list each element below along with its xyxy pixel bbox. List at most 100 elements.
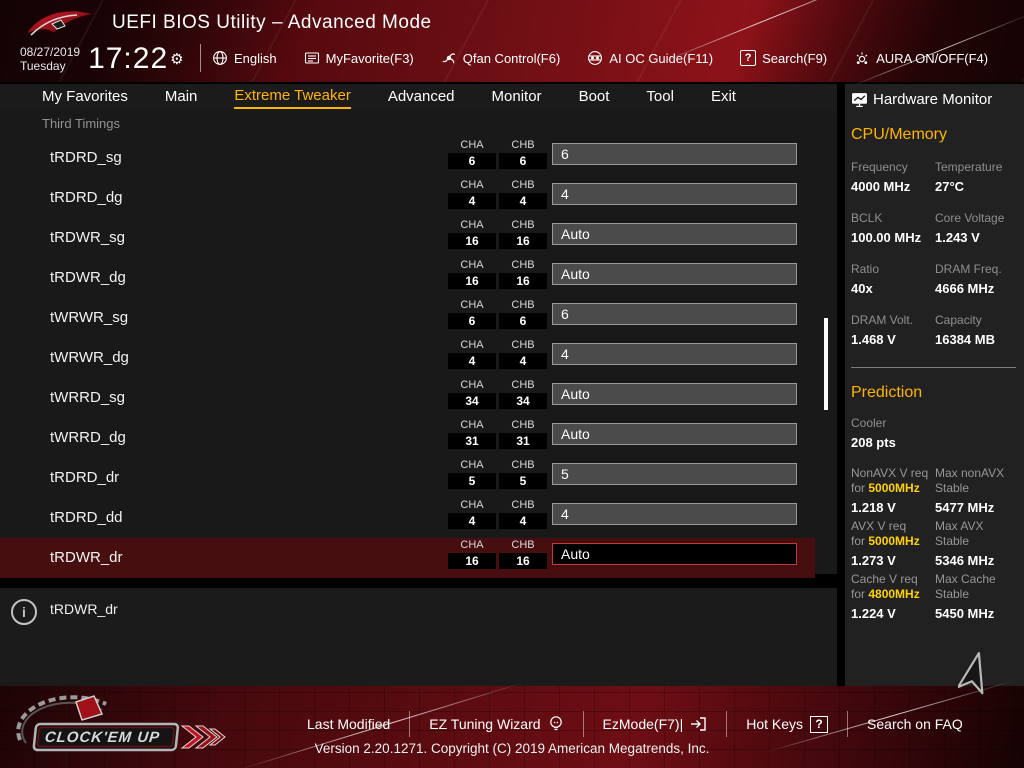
header-menu: English MyFavorite(F3) Qfan Control(F6) … xyxy=(212,44,988,72)
search-on-faq-button[interactable]: Search on FAQ xyxy=(862,716,968,732)
favorite-list-icon xyxy=(304,50,320,66)
tab-boot[interactable]: Boot xyxy=(579,86,610,108)
question-box-icon: ? xyxy=(740,50,756,66)
hardware-monitor-title: Hardware Monitor xyxy=(873,91,992,108)
time-label: 17:22 xyxy=(88,42,168,76)
footer-separator xyxy=(583,711,584,737)
chb-cell: CHB 31 xyxy=(499,419,547,449)
timing-row-trdrd-dg[interactable]: tRDRD_dg CHA 4 CHB 4 xyxy=(0,178,837,218)
aura-label: AURA ON/OFF(F4) xyxy=(876,51,988,66)
hardware-monitor-header: Hardware Monitor xyxy=(851,88,1018,110)
chb-value: 16 xyxy=(499,553,547,569)
chb-label: CHB xyxy=(499,219,547,232)
globe-icon xyxy=(212,50,228,66)
search-button[interactable]: ? Search(F9) xyxy=(740,50,827,66)
tab-advanced[interactable]: Advanced xyxy=(388,86,455,108)
timing-value-input[interactable] xyxy=(552,423,797,445)
cha-label: CHA xyxy=(448,299,496,312)
timing-row-twrrd-sg[interactable]: tWRRD_sg CHA 34 CHB 34 xyxy=(0,378,837,418)
prediction-title: Prediction xyxy=(851,384,1018,402)
cha-value: 5 xyxy=(448,473,496,489)
ezmode-button[interactable]: EzMode(F7)| xyxy=(598,716,713,732)
hardware-monitor-panel: Hardware Monitor CPU/Memory Frequency 40… xyxy=(845,84,1024,686)
cha-value: 4 xyxy=(448,353,496,369)
stat-max-avx: Max AVX Stable 5346 MHz xyxy=(935,519,1018,568)
language-button[interactable]: English xyxy=(212,50,277,66)
cha-label: CHA xyxy=(448,219,496,232)
header-divider xyxy=(200,44,201,72)
timing-row-trdrd-sg[interactable]: tRDRD_sg CHA 6 CHB 6 xyxy=(0,138,837,178)
cha-label: CHA xyxy=(448,419,496,432)
description-panel: i tRDWR_dr xyxy=(0,588,837,686)
cha-cell: CHA 6 xyxy=(448,139,496,169)
cha-value: 16 xyxy=(448,273,496,289)
time-settings-gear-icon[interactable]: ⚙ xyxy=(170,50,183,68)
chb-value: 34 xyxy=(499,393,547,409)
chb-label: CHB xyxy=(499,179,547,192)
timing-value-input[interactable] xyxy=(552,263,797,285)
tab-extreme-tweaker[interactable]: Extreme Tweaker xyxy=(234,85,350,109)
last-modified-button[interactable]: Last Modified xyxy=(302,716,395,732)
aura-toggle-button[interactable]: AURA ON/OFF(F4) xyxy=(854,50,988,66)
timing-row-trdwr-sg[interactable]: tRDWR_sg CHA 16 CHB 16 xyxy=(0,218,837,258)
cha-cell: CHA 4 xyxy=(448,499,496,529)
cha-label: CHA xyxy=(448,499,496,512)
ai-oc-guide-button[interactable]: AI OC Guide(F11) xyxy=(587,50,713,66)
ai-oc-guide-label: AI OC Guide(F11) xyxy=(609,51,713,66)
hot-keys-button[interactable]: Hot Keys ? xyxy=(741,716,833,733)
chb-label: CHB xyxy=(499,299,547,312)
qfan-control-button[interactable]: Qfan Control(F6) xyxy=(441,50,561,66)
timing-value-input[interactable] xyxy=(552,223,797,245)
cha-label: CHA xyxy=(448,459,496,472)
timing-value-input[interactable] xyxy=(552,383,797,405)
timing-row-twrwr-dg[interactable]: tWRWR_dg CHA 4 CHB 4 xyxy=(0,338,837,378)
timing-row-trdwr-dr-selected[interactable]: tRDWR_dr CHA 16 CHB 16 xyxy=(0,538,837,578)
ai-brain-icon xyxy=(587,50,603,66)
footer-bar: CLOCK'EM UP Last Modified EZ Tuning Wiza… xyxy=(0,686,1024,768)
my-favorite-button[interactable]: MyFavorite(F3) xyxy=(304,50,414,66)
timing-value-input[interactable] xyxy=(552,503,797,525)
timing-row-trdwr-dg[interactable]: tRDWR_dg CHA 16 CHB 16 xyxy=(0,258,837,298)
cha-label: CHA xyxy=(448,139,496,152)
app-title: UEFI BIOS Utility – Advanced Mode xyxy=(112,12,432,34)
stat-avx-vreq: AVX V req for 5000MHz 1.273 V xyxy=(851,519,935,568)
tab-exit[interactable]: Exit xyxy=(711,86,736,108)
tab-monitor[interactable]: Monitor xyxy=(492,86,542,108)
list-scrollbar[interactable] xyxy=(824,318,828,410)
chb-label: CHB xyxy=(499,379,547,392)
timing-value-input[interactable] xyxy=(552,183,797,205)
tab-tool[interactable]: Tool xyxy=(646,86,674,108)
timing-value-input[interactable] xyxy=(552,303,797,325)
chb-label: CHB xyxy=(499,459,547,472)
search-label: Search(F9) xyxy=(762,51,827,66)
tab-my-favorites[interactable]: My Favorites xyxy=(42,86,128,108)
cha-value: 16 xyxy=(448,553,496,569)
timing-value-input[interactable] xyxy=(552,143,797,165)
timing-value-input[interactable] xyxy=(552,463,797,485)
cha-label: CHA xyxy=(448,339,496,352)
stat-capacity: Capacity 16384 MB xyxy=(935,313,1018,347)
cha-label: CHA xyxy=(448,259,496,272)
chb-value: 6 xyxy=(499,153,547,169)
section-title: Third Timings xyxy=(42,116,120,131)
date-label: 08/27/2019 xyxy=(20,45,80,59)
timing-value-input[interactable] xyxy=(552,543,797,565)
timing-value-input[interactable] xyxy=(552,343,797,365)
stat-ratio: Ratio 40x xyxy=(851,262,935,296)
cha-value: 31 xyxy=(448,433,496,449)
monitor-chart-icon xyxy=(851,91,868,108)
timing-row-twrrd-dg[interactable]: tWRRD_dg CHA 31 CHB 31 xyxy=(0,418,837,458)
timing-row-twrwr-sg[interactable]: tWRWR_sg CHA 6 CHB 6 xyxy=(0,298,837,338)
chb-label: CHB xyxy=(499,499,547,512)
timing-row-trdrd-dd[interactable]: tRDRD_dd CHA 4 CHB 4 xyxy=(0,498,837,538)
lightbulb-icon xyxy=(548,715,564,733)
ez-tuning-wizard-button[interactable]: EZ Tuning Wizard xyxy=(424,715,568,733)
chb-cell: CHB 5 xyxy=(499,459,547,489)
stat-dram-volt: DRAM Volt. 1.468 V xyxy=(851,313,935,347)
timing-name: tRDRD_dg xyxy=(50,189,123,206)
timing-row-trdrd-dr[interactable]: tRDRD_dr CHA 5 CHB 5 xyxy=(0,458,837,498)
tab-main[interactable]: Main xyxy=(165,86,198,108)
cha-cell: CHA 31 xyxy=(448,419,496,449)
chb-cell: CHB 16 xyxy=(499,539,547,569)
stat-nonavx-vreq: NonAVX V req for 5000MHz 1.218 V xyxy=(851,466,935,515)
